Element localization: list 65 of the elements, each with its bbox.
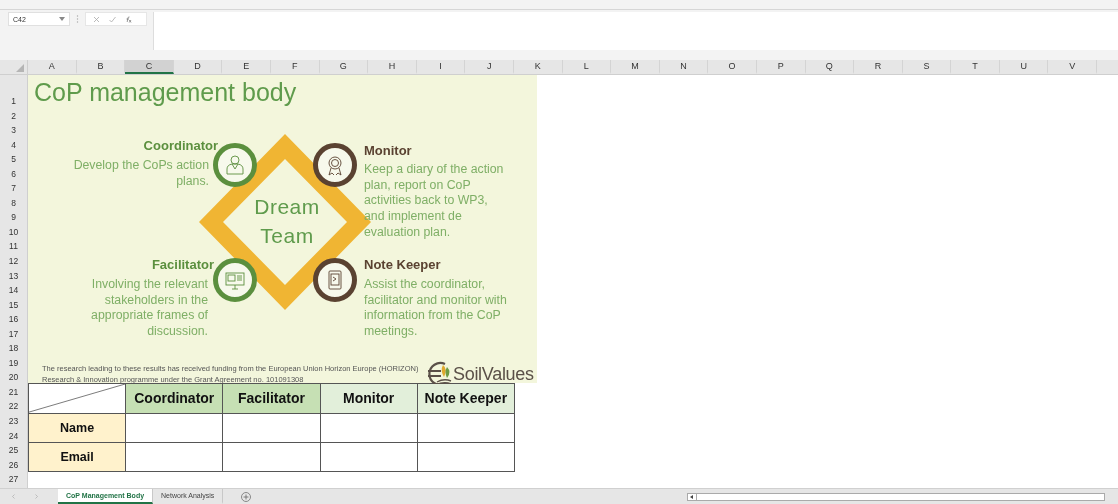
row-header[interactable]: 5 [0,150,27,166]
row-header[interactable]: 25 [0,441,27,457]
row-header[interactable]: 27 [0,470,27,486]
row-header[interactable]: 18 [0,339,27,355]
grip-icon [76,15,79,23]
horizontal-scrollbar[interactable] [687,492,1105,501]
table-cell[interactable] [126,413,224,443]
row-header[interactable]: 7 [0,179,27,195]
panel-title: CoP management body [34,78,297,107]
row-header[interactable]: 2 [0,107,27,122]
role-description: Involving the relevant stakeholders in the appropriate frames of discussion. [91,277,208,340]
person-icon [226,155,244,175]
tablet-icon [328,270,342,290]
row-header[interactable]: 21 [0,383,27,398]
role-description: Assist the coordinator, facilitator and monitor with information from the CoP meetings. [364,277,507,340]
row-header[interactable]: 11 [0,237,27,253]
row-header[interactable]: 9 [0,208,27,224]
table-cell[interactable] [320,413,418,443]
row-header[interactable]: 12 [0,252,27,267]
row-header[interactable]: 15 [0,296,27,311]
monitor-icon [225,272,245,290]
row-header[interactable]: 19 [0,354,27,369]
row-header[interactable]: 8 [0,194,27,209]
row-header[interactable]: 24 [0,427,27,442]
row-header[interactable]: 26 [0,456,27,471]
caret-icon [59,17,65,21]
row-header[interactable]: 22 [0,397,27,413]
row-header[interactable]: 20 [0,368,27,384]
function-icon[interactable] [125,15,132,23]
column-header[interactable]: C [125,60,174,74]
table-cell[interactable] [320,442,418,472]
row-header[interactable]: 10 [0,223,27,238]
row-label: Email [29,442,127,472]
logo-text: SoilValues [453,363,534,385]
row-header[interactable]: 13 [0,267,27,282]
role-name: Note Keeper [364,257,441,272]
table-cell[interactable] [223,442,321,472]
row-header[interactable]: 23 [0,412,27,428]
role-description: Develop the CoPs action plans. [73,158,209,190]
table-cell[interactable] [417,442,515,472]
role-name: Coordinator [143,138,218,153]
table-header: Coordinator [126,384,224,414]
badge-icon [328,156,342,176]
table-cell[interactable] [126,442,224,472]
row-header[interactable]: 16 [0,310,27,326]
formula-input[interactable] [153,12,1118,50]
table-header: Facilitator [223,384,321,414]
row-header[interactable]: 17 [0,325,27,340]
scroll-left-icon[interactable] [690,494,694,499]
check-icon[interactable] [109,15,116,23]
center-word: Dream [253,195,321,219]
row-header[interactable]: 1 [0,75,27,107]
table-cell[interactable] [223,413,321,443]
role-name: Facilitator [151,257,214,272]
role-description: Keep a diary of the action plan, report on CoP activities back to WP3, and implement de evaluation plan. [364,162,504,241]
table-cell[interactable] [417,413,515,443]
table-header: Monitor [320,384,418,414]
row-label: Name [29,413,127,443]
row-header[interactable]: 6 [0,165,27,180]
center-word: Team [259,224,315,248]
row-header[interactable]: 4 [0,136,27,151]
table-header: Note Keeper [417,384,515,414]
row-header[interactable]: 3 [0,121,27,137]
role-name: Monitor [364,143,412,158]
row-header[interactable]: 14 [0,281,27,297]
